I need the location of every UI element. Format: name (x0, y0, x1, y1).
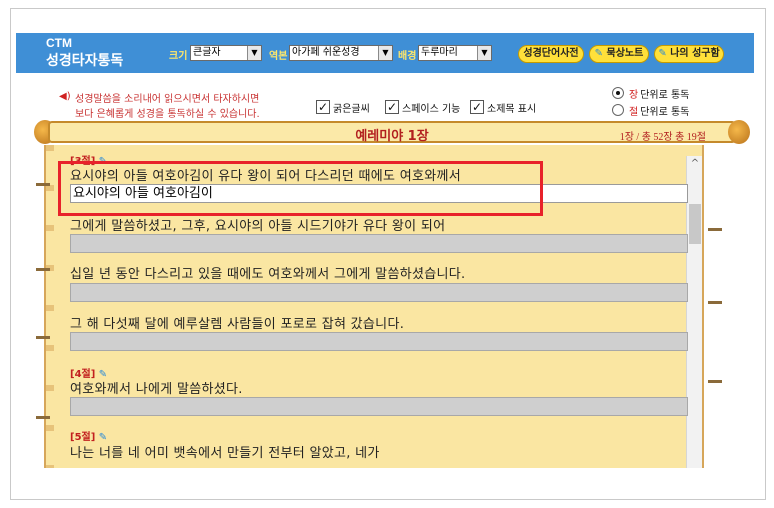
size-label: 크기 (169, 51, 188, 62)
verse-mode-label: 단위로 통독 (640, 106, 690, 118)
scroll-edge-mark (36, 183, 50, 186)
space-checkbox[interactable]: ✓ 스페이스 기능 (385, 99, 460, 115)
scroll-edge-mark (708, 380, 722, 383)
check-icon: ✓ (316, 100, 330, 114)
typing-input[interactable] (70, 234, 688, 253)
verse-mode-radio[interactable]: 절 단위로 통독 (612, 103, 690, 118)
chevron-down-icon: ▼ (247, 46, 261, 60)
vertical-scrollbar[interactable]: ^ (686, 156, 702, 468)
verse-text-line: 십일 년 동안 다스리고 있을 때에도 여호와께서 그에게 말씀하셨습니다. (70, 267, 466, 282)
speaker-icon: ◀) (59, 91, 71, 102)
typing-input[interactable] (70, 283, 688, 302)
check-icon: ✓ (470, 100, 484, 114)
scrollbar-thumb[interactable] (689, 204, 701, 244)
chevron-up-icon[interactable]: ^ (687, 158, 703, 172)
header-bar: CTM 성경타자통독 크기 큰글자 ▼ 역본 아가페 쉬운성경 ▼ 배경 두루마… (16, 33, 754, 73)
notice-line-1: 성경말씀을 소리내어 읽으시면서 타자하시면 (75, 94, 260, 105)
size-select-value: 큰글자 (193, 47, 221, 58)
subtitle-checkbox[interactable]: ✓ 소제목 표시 (470, 99, 536, 115)
chapter-position: 1장 / 총 52장 총 19절 (619, 132, 706, 143)
highlight-box (58, 161, 543, 216)
typing-input[interactable] (70, 397, 688, 416)
scroll-edge-mark (708, 228, 722, 231)
verse-text-line: 여호와께서 나에게 말씀하셨다. (70, 382, 243, 397)
verse-text-line: 나는 너를 네 어미 뱃속에서 만들기 전부터 알았고, 네가 (70, 446, 380, 461)
check-icon: ✓ (385, 100, 399, 114)
verse-number: [5절] ✎ (70, 428, 107, 443)
version-select-value: 아가페 쉬운성경 (292, 47, 360, 58)
scroll-edge-mark (708, 301, 722, 304)
scroll-edge-mark (36, 416, 50, 419)
verse-text-line: 그에게 말씀하셨고, 그후, 요시야의 아들 시드기야가 유다 왕이 되어 (70, 219, 446, 234)
version-select[interactable]: 아가페 쉬운성경 ▼ (289, 45, 393, 61)
scroll-edge-mark (36, 268, 50, 271)
meditation-note-button[interactable]: ✎ 묵상노트 (589, 45, 649, 63)
background-select-value: 두루마리 (421, 47, 458, 58)
background-label: 배경 (398, 51, 417, 62)
notice-line-2: 보다 은혜롭게 성경을 통독하실 수 있습니다. (75, 109, 260, 120)
size-select[interactable]: 큰글자 ▼ (190, 45, 262, 61)
verse-text-line: 그 해 다섯째 달에 예루살렘 사람들이 포로로 잡혀 갔습니다. (70, 317, 405, 332)
subtitle-checkbox-label: 소제목 표시 (487, 103, 537, 115)
chapter-mode-highlight: 장 (629, 89, 639, 101)
background-select[interactable]: 두루마리 ▼ (418, 45, 492, 61)
radio-unselected-icon (612, 104, 624, 116)
scroll-edge-mark (36, 336, 50, 339)
chevron-down-icon: ▼ (378, 46, 392, 60)
chapter-mode-radio[interactable]: 장 단위로 통독 (612, 86, 690, 101)
bold-checkbox-label: 굵은글씨 (333, 103, 370, 115)
logo-ctm: CTM (46, 36, 72, 50)
scroll-header: 예레미야 1장 1장 / 총 52장 총 19절 (34, 120, 750, 144)
meditation-note-label: 묵상노트 (606, 48, 644, 59)
logo-title: 성경타자통독 (46, 53, 124, 69)
my-verses-button[interactable]: ✎ 나의 성구함 (654, 45, 724, 63)
chapter-bar: 예레미야 1장 1장 / 총 52장 총 19절 (48, 121, 736, 144)
scroll-rod-right (728, 120, 750, 144)
chevron-down-icon: ▼ (477, 46, 491, 60)
my-verses-label: 나의 성구함 (670, 48, 720, 59)
space-checkbox-label: 스페이스 기능 (402, 103, 461, 115)
radio-selected-icon (612, 87, 624, 99)
bible-dictionary-button[interactable]: 성경단어사전 (518, 45, 584, 63)
version-label: 역본 (269, 51, 288, 62)
typing-input[interactable] (70, 332, 688, 351)
chapter-mode-label: 단위로 통독 (640, 89, 690, 101)
pencil-icon: ✎ (658, 48, 667, 59)
verse-mode-highlight: 절 (629, 106, 639, 118)
bold-checkbox[interactable]: ✓ 굵은글씨 (316, 99, 370, 115)
pencil-icon: ✎ (594, 48, 604, 59)
